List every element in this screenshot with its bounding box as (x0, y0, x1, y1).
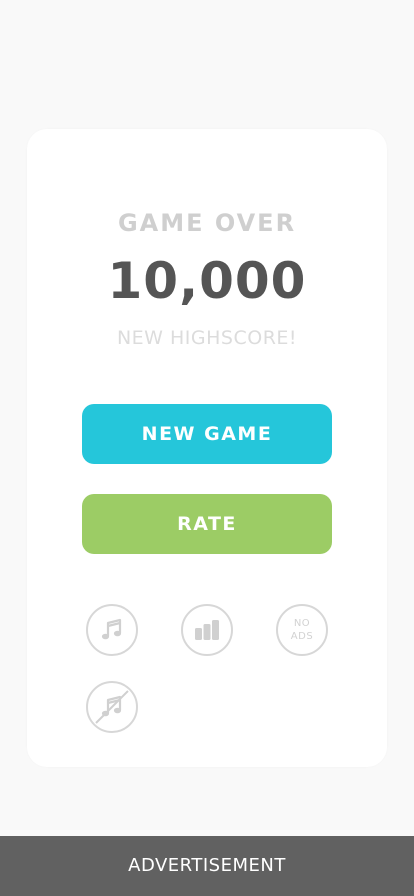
advertisement-banner[interactable]: ADVERTISEMENT (0, 836, 414, 896)
music-note-icon (101, 618, 122, 640)
no-ads-label: NO ADS (291, 617, 313, 643)
no-ads-label-line2: ADS (290, 631, 314, 642)
no-ads-label-line1: NO (293, 618, 311, 629)
score-value: 10,000 (107, 252, 307, 310)
no-ads-button[interactable]: NO ADS (276, 604, 328, 656)
new-game-button[interactable]: NEW GAME (82, 404, 332, 464)
music-toggle-button[interactable] (86, 604, 138, 656)
bar-chart-icon (195, 620, 219, 640)
music-off-icon (95, 690, 129, 724)
game-over-card: GAME OVER 10,000 NEW HIGHSCORE! NEW GAME… (27, 129, 387, 767)
new-highscore-label: NEW HIGHSCORE! (116, 327, 298, 349)
leaderboard-button[interactable] (181, 604, 233, 656)
game-over-title: GAME OVER (117, 209, 297, 237)
sound-off-button[interactable] (86, 681, 138, 733)
rate-button[interactable]: RATE (82, 494, 332, 554)
